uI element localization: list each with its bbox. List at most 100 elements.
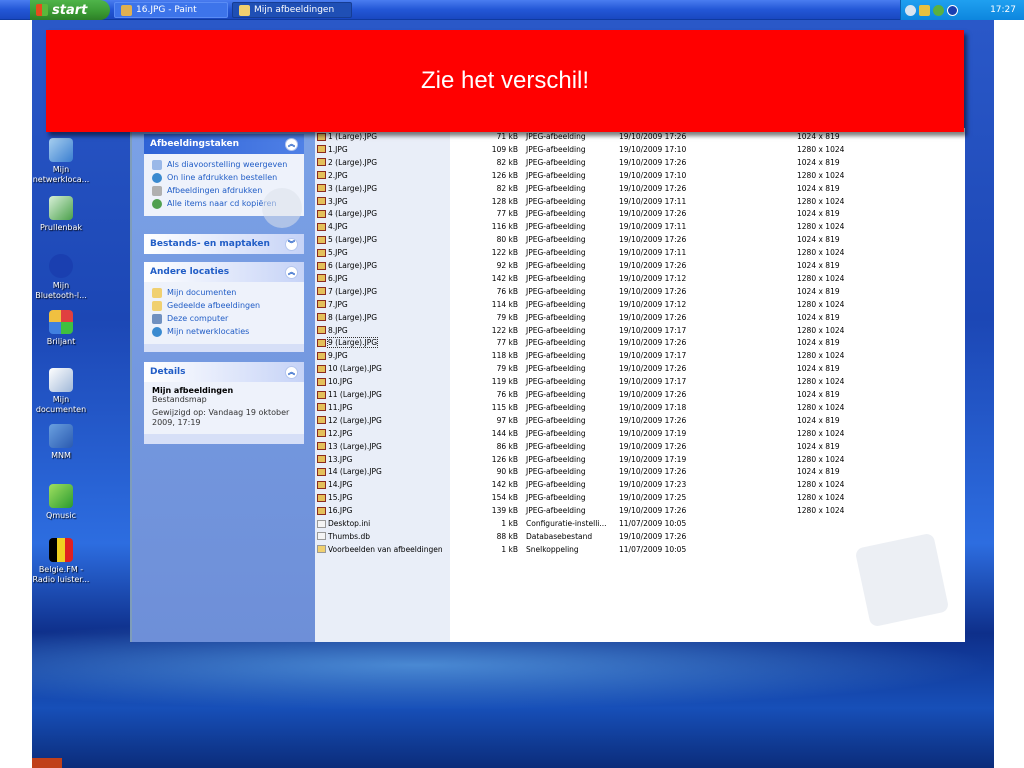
clock[interactable]: 17:27 (990, 5, 1024, 15)
file-type: JPEG-afbeelding (526, 454, 586, 464)
file-size: 76 kB (496, 390, 518, 399)
jpeg-file-icon (317, 197, 326, 205)
file-row[interactable]: 9.JPG 118 kB JPEG-afbeelding 19/10/2009 17:… (132, 351, 965, 364)
file-size: 122 kB (491, 248, 518, 258)
file-row[interactable]: 10.JPG 119 kB JPEG-afbeelding 19/10/2009 17… (132, 377, 965, 390)
shortcut-folder-icon (317, 545, 326, 554)
desktop-icon-label: Qmusic (46, 511, 76, 520)
file-row[interactable]: 12 (Large).JPG 97 kB JPEG-afbeelding 19/10/… (132, 416, 965, 429)
paint-icon (121, 4, 132, 16)
file-date: 19/10/2009 17:26 (619, 364, 687, 374)
jpeg-file-icon (317, 158, 326, 167)
file-row[interactable]: 9 (Large).JPG 77 kB JPEG-afbeelding 19/10/2… (132, 337, 965, 351)
file-size: 90 kB (496, 467, 518, 477)
file-row[interactable]: 14 (Large).JPG 90 kB JPEG-afbeelding 19/10/… (132, 467, 965, 480)
file-date: 19/10/2009 17:23 (619, 480, 687, 490)
file-row[interactable]: 5 (Large).JPG 80 kB JPEG-afbeelding 19/10/2… (132, 235, 965, 248)
file-row[interactable]: 6.JPG 142 kB JPEG-afbeelding 19/10/2009 17:… (132, 274, 965, 287)
file-row[interactable]: 8.JPG 122 kB JPEG-afbeelding 19/10/2009 17:… (132, 326, 965, 339)
file-size: 97 kB (496, 415, 518, 425)
file-row[interactable]: 10 (Large).JPG 79 kB JPEG-afbeelding 19/10/… (132, 364, 965, 377)
file-dimensions: 1280 x 1024 (797, 196, 845, 206)
file-row[interactable]: 3.JPG 128 kB JPEG-afbeelding 19/10/2009 17:… (132, 197, 965, 210)
security-icon[interactable] (933, 4, 944, 16)
desktop-icon-label: Mijn netwerkloca... (32, 165, 90, 184)
file-name: 2.JPG (328, 170, 348, 180)
file-name: 13 (Large).JPG (328, 441, 382, 451)
file-row[interactable]: 4.JPG 116 kB JPEG-afbeelding 19/10/2009 17:… (132, 222, 965, 235)
file-row[interactable]: 11.JPG 115 kB JPEG-afbeelding 19/10/2009 17… (132, 403, 965, 416)
settings-file-icon (317, 519, 326, 528)
desktop-icon-belgiefm[interactable]: Belgie.FM - Radio luister... (32, 538, 90, 585)
file-row[interactable]: Voorbeelden van afbeeldingen 1 kB Snelkopp… (132, 545, 965, 558)
task-explorer[interactable]: Mijn afbeeldingen (232, 2, 352, 18)
network-icon[interactable] (905, 4, 916, 16)
desktop-icon-recycle-bin[interactable]: Prullenbak (32, 196, 90, 233)
file-row[interactable]: Thumbs.db 88 kB Databasebestand 19/10/2009 … (132, 532, 965, 545)
file-row[interactable]: 1 (Large).JPG 71 kB JPEG-afbeelding 19/10/2… (132, 132, 965, 145)
jpeg-file-icon (317, 300, 326, 309)
desktop-icon-documents[interactable]: Mijn documenten (32, 368, 90, 415)
desktop-icon-network[interactable]: Mijn netwerkloca... (32, 138, 90, 185)
file-name: 8.JPG (328, 325, 348, 335)
file-date: 19/10/2009 17:11 (619, 248, 687, 258)
desktop-icon-mnm[interactable]: MNM (32, 424, 90, 461)
file-name: Thumbs.db (328, 531, 370, 541)
file-row[interactable]: 5.JPG 122 kB JPEG-afbeelding 19/10/2009 17:… (132, 248, 965, 261)
file-size: 118 kB (491, 351, 518, 361)
file-row[interactable]: 7 (Large).JPG 76 kB JPEG-afbeelding 19/10/2… (132, 287, 965, 300)
file-row[interactable]: 8 (Large).JPG 79 kB JPEG-afbeelding 19/10/2… (132, 313, 965, 326)
desktop-icon-qmusic[interactable]: Qmusic (32, 484, 90, 521)
file-size: 82 kB (496, 183, 518, 193)
file-type: Configuratie-instelli... (526, 519, 607, 528)
file-row[interactable]: 11 (Large).JPG 76 kB JPEG-afbeelding 19/10/… (132, 390, 965, 403)
file-row[interactable]: 13 (Large).JPG 86 kB JPEG-afbeelding 19/10/… (132, 442, 965, 455)
file-row[interactable]: Desktop.ini 1 kB Configuratie-instelli... 1… (132, 519, 965, 532)
file-name: 3 (Large).JPG (328, 183, 378, 193)
file-dimensions: 1280 x 1024 (797, 325, 845, 335)
file-row[interactable]: 12.JPG 144 kB JPEG-afbeelding 19/10/2009 17… (132, 429, 965, 442)
caption-text: Zie het verschil! (420, 67, 590, 94)
file-row[interactable]: 7.JPG 114 kB JPEG-afbeelding 19/10/2009 17:… (132, 300, 965, 313)
file-name: 5.JPG (328, 248, 348, 258)
file-type: JPEG-afbeelding (526, 441, 586, 451)
start-button[interactable]: start (30, 0, 110, 20)
task-paint[interactable]: 16.JPG - Paint (114, 2, 228, 18)
file-type: JPEG-afbeelding (526, 506, 586, 516)
file-size: 126 kB (491, 170, 518, 180)
file-type: JPEG-afbeelding (526, 480, 586, 490)
file-size: 86 kB (496, 441, 518, 451)
system-tray: 17:27 (900, 0, 1024, 20)
file-row[interactable]: 2.JPG 126 kB JPEG-afbeelding 19/10/2009 17:… (132, 171, 965, 184)
file-row[interactable]: 6 (Large).JPG 92 kB JPEG-afbeelding 19/10/2… (132, 261, 965, 274)
file-row[interactable]: 2 (Large).JPG 82 kB JPEG-afbeelding 19/10/2… (132, 158, 965, 171)
file-row[interactable]: 16.JPG 139 kB JPEG-afbeelding 19/10/2009 17… (132, 506, 965, 519)
file-row[interactable]: 3 (Large).JPG 82 kB JPEG-afbeelding 19/10/2… (132, 184, 965, 197)
file-row[interactable]: 4 (Large).JPG 77 kB JPEG-afbeelding 19/10/2… (132, 209, 965, 222)
messenger-icon[interactable] (919, 4, 930, 16)
file-date: 11/07/2009 10:05 (619, 544, 687, 554)
file-row[interactable]: 14.JPG 142 kB JPEG-afbeelding 19/10/2009 17… (132, 480, 965, 493)
briljant-icon (49, 310, 73, 334)
file-type: JPEG-afbeelding (526, 157, 586, 167)
bluetooth-icon[interactable] (947, 4, 958, 16)
qmusic-icon (49, 484, 73, 508)
file-dimensions: 1280 x 1024 (797, 506, 845, 516)
file-row[interactable]: 15.JPG 154 kB JPEG-afbeelding 19/10/2009 17… (132, 493, 965, 506)
file-type: JPEG-afbeelding (526, 493, 586, 503)
jpeg-file-icon (317, 493, 326, 502)
jpeg-file-icon (317, 455, 326, 463)
file-dimensions: 1024 x 819 (797, 390, 840, 399)
file-date: 19/10/2009 17:26 (619, 338, 687, 348)
file-row[interactable]: 13.JPG 126 kB JPEG-afbeelding 19/10/2009 17… (132, 455, 965, 468)
task-label: Mijn afbeeldingen (254, 5, 335, 15)
desktop-icon-briljant[interactable]: Briljant (32, 310, 90, 347)
file-name: 12.JPG (328, 428, 353, 438)
file-type: JPEG-afbeelding (526, 273, 586, 283)
file-type: JPEG-afbeelding (526, 312, 586, 322)
file-type: JPEG-afbeelding (526, 325, 586, 335)
file-name: 9.JPG (328, 351, 348, 361)
file-size: 77 kB (496, 209, 518, 219)
desktop-icon-bluetooth[interactable]: Mijn Bluetooth-l... (32, 254, 90, 301)
file-row[interactable]: 1.JPG 109 kB JPEG-afbeelding 19/10/2009 17:… (132, 145, 965, 158)
